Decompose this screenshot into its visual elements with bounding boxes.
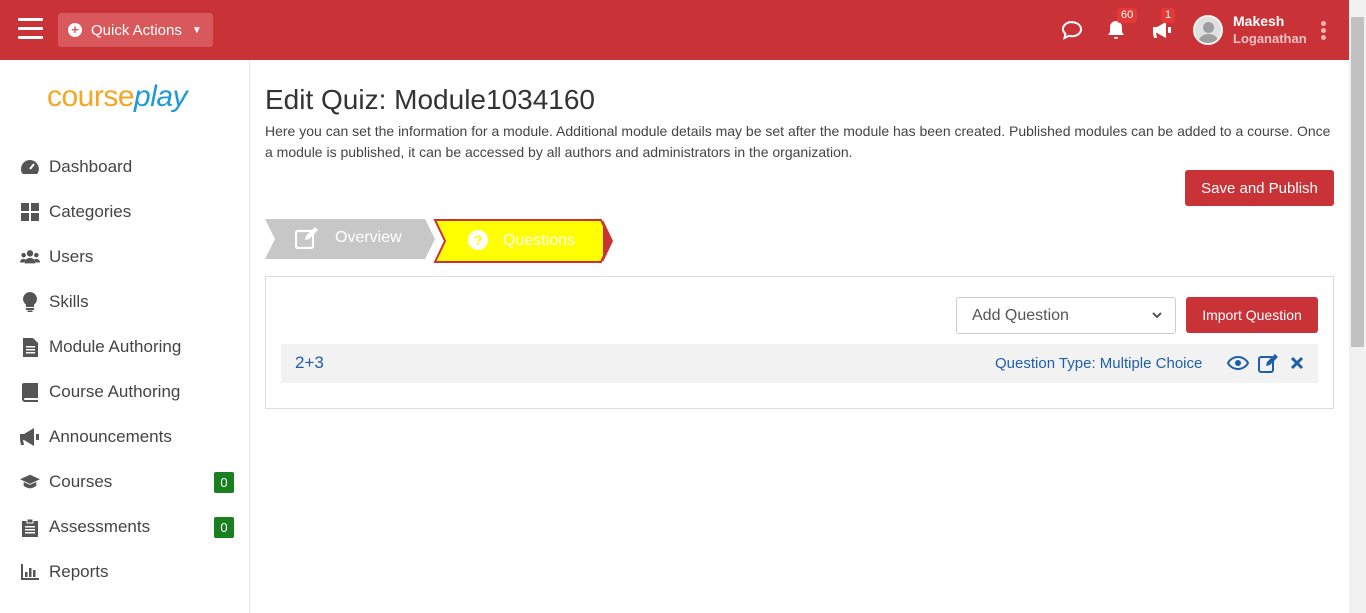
sidebar-item-label: Dashboard [49, 157, 133, 176]
sidebar-item-label: Courses [49, 472, 113, 491]
save-and-publish-button[interactable]: Save and Publish [1185, 170, 1334, 206]
menu-toggle-icon[interactable] [18, 18, 43, 40]
megaphone-icon [20, 427, 40, 447]
top-navbar: + Quick Actions ▼ 60 1 Makesh Loganathan [0, 0, 1349, 60]
eye-icon[interactable] [1227, 353, 1249, 373]
announcements-megaphone-icon[interactable]: 1 [1150, 8, 1176, 42]
sidebar: courseplay Dashboard Categories Users Sk… [0, 60, 250, 613]
step-overview-label: Overview [335, 229, 402, 246]
file-icon [20, 337, 40, 357]
sidebar-item-courses[interactable]: Courses 0 [0, 462, 249, 502]
sidebar-item-label: Users [49, 247, 94, 266]
notifications-bell-icon[interactable]: 60 [1104, 8, 1138, 42]
sidebar-item-label: Skills [49, 292, 89, 311]
add-question-placeholder: Add Question [972, 306, 1069, 324]
quick-actions-button[interactable]: + Quick Actions ▼ [58, 13, 213, 47]
notifications-badge: 60 [1117, 8, 1138, 23]
more-options-icon[interactable] [1321, 21, 1329, 41]
sidebar-item-assessments[interactable]: Assessments 0 [0, 507, 249, 547]
sidebar-item-label: Course Authoring [49, 382, 181, 401]
import-question-button[interactable]: Import Question [1186, 297, 1318, 333]
step-overview[interactable]: Overview [265, 219, 437, 259]
chevron-down-icon: ▼ [191, 24, 202, 36]
courses-count-badge: 0 [214, 471, 234, 493]
quick-actions-label: Quick Actions [91, 21, 182, 39]
page-description: Here you can set the information for a m… [265, 123, 1331, 160]
chat-icon[interactable] [1060, 18, 1084, 42]
user-avatar[interactable] [1193, 15, 1223, 45]
sidebar-item-users[interactable]: Users [0, 237, 249, 277]
bar-chart-icon [20, 562, 40, 582]
clipboard-icon [20, 517, 40, 537]
sidebar-item-skills[interactable]: Skills [0, 282, 249, 322]
page-title: Edit Quiz: Module1034160 [265, 84, 595, 115]
svg-text:?: ? [474, 232, 483, 248]
delete-x-icon[interactable] [1286, 353, 1308, 373]
edit-icon[interactable] [1257, 353, 1279, 373]
question-text[interactable]: 2+3 [295, 353, 324, 373]
lightbulb-icon [20, 292, 40, 312]
dashboard-icon [20, 157, 40, 177]
courseplay-logo[interactable]: courseplay [47, 80, 188, 114]
sidebar-item-label: Reports [49, 562, 109, 581]
scrollbar-thumb[interactable] [1351, 17, 1364, 347]
add-question-select[interactable]: Add Question [956, 297, 1176, 334]
assessments-count-badge: 0 [214, 516, 234, 538]
chevron-down-icon [1151, 308, 1163, 326]
user-last-name[interactable]: Loganathan [1233, 31, 1307, 46]
sidebar-item-label: Assessments [49, 517, 151, 536]
sidebar-item-label: Module Authoring [49, 337, 182, 356]
grid-icon [20, 202, 40, 222]
sidebar-item-label: Announcements [49, 427, 172, 446]
sidebar-item-dashboard[interactable]: Dashboard [0, 147, 249, 187]
users-icon [20, 247, 40, 267]
sidebar-item-categories[interactable]: Categories [0, 192, 249, 232]
questions-panel [265, 276, 1334, 409]
sidebar-item-announcements[interactable]: Announcements [0, 417, 249, 457]
sidebar-item-reports[interactable]: Reports [0, 552, 249, 592]
question-type-label: Question Type: Multiple Choice [995, 355, 1203, 372]
sidebar-item-module-authoring[interactable]: Module Authoring [0, 327, 249, 367]
step-questions[interactable]: ? Questions [433, 219, 615, 263]
sidebar-item-label: Categories [49, 202, 132, 221]
sidebar-item-course-authoring[interactable]: Course Authoring [0, 372, 249, 412]
page-scrollbar[interactable] [1349, 0, 1366, 613]
graduation-cap-icon [20, 472, 40, 492]
announcements-badge: 1 [1161, 8, 1176, 23]
plus-circle-icon: + [68, 23, 82, 37]
user-first-name[interactable]: Makesh [1233, 13, 1284, 29]
book-icon [20, 382, 40, 402]
question-row[interactable]: 2+3 Question Type: Multiple Choice [281, 344, 1318, 383]
step-questions-label: Questions [503, 232, 576, 249]
